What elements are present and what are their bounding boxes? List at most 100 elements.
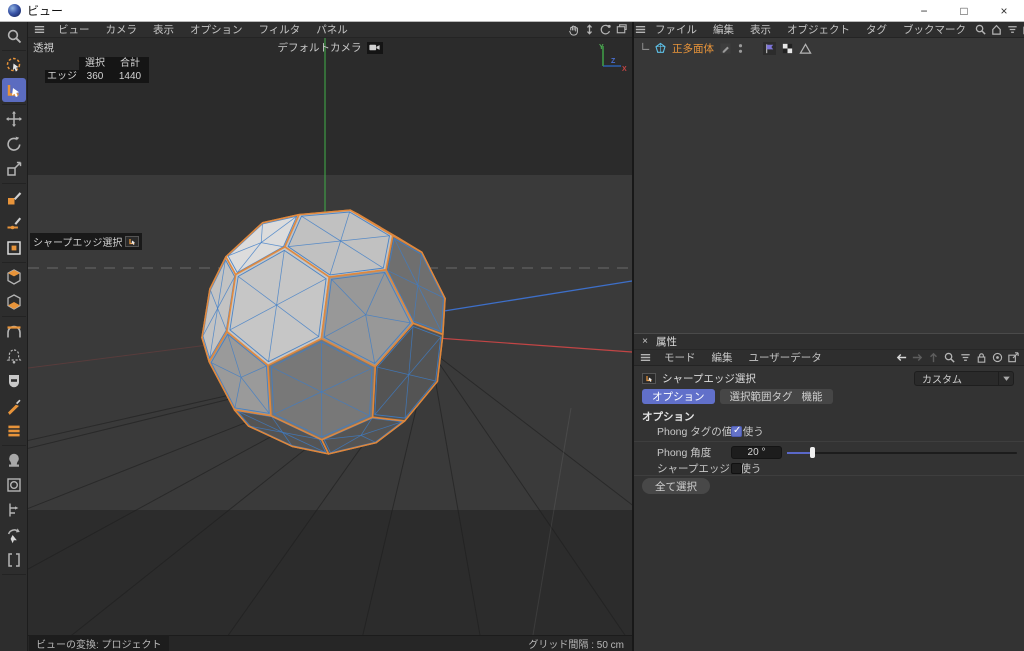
sharp-edge-row: シャープエッジを使う [634,461,1014,476]
hierarchy-up-icon[interactable] [927,351,940,364]
model-mode-tool[interactable] [2,186,26,210]
am-menu-mode[interactable]: モード [656,350,704,366]
om-menu-icon[interactable] [634,23,647,36]
menu-panel[interactable]: パネル [308,22,356,38]
scene-3d[interactable] [28,38,632,635]
history-back-icon[interactable] [895,351,908,364]
am-focus-icon[interactable] [991,351,1004,364]
svg-text:Y: Y [599,44,604,51]
phong-angle-value[interactable]: 20 ° [731,446,782,459]
om-filter-icon[interactable] [1006,23,1019,36]
rotate-tool[interactable] [2,132,26,156]
platonic-object-icon[interactable] [654,42,667,55]
am-menu-icon[interactable] [634,351,656,364]
om-menu-tag[interactable]: タグ [858,22,895,38]
toolbar-group [2,22,26,51]
live-selection-tool[interactable] [2,53,26,77]
om-home-icon[interactable] [990,23,1003,36]
tab-selection-tag-group[interactable]: 選択範囲タグ 機能 [720,389,833,404]
object-row-platonic[interactable]: 正多面体 [638,40,1024,56]
sharp-edge-checkbox[interactable] [731,463,742,474]
minimize-button[interactable]: − [904,0,944,21]
toolbar-group [2,105,26,184]
dolly-view-icon[interactable] [583,23,596,36]
edit-state-icon[interactable] [719,42,732,55]
brackets-tool[interactable] [2,548,26,572]
stamp-tool[interactable] [2,448,26,472]
menu-display[interactable]: 表示 [145,22,182,38]
am-menu-edit[interactable]: 編集 [704,350,741,366]
am-menu-userdata[interactable]: ユーザーデータ [741,350,830,366]
toggle-view-icon[interactable] [615,23,628,36]
object-manager-menubar: ファイル 編集 表示 オブジェクト タグ ブックマーク [634,22,1024,38]
phong-use-checkbox[interactable] [731,426,742,437]
selection-tag-icon[interactable] [763,42,776,55]
tab-options[interactable]: オプション [642,389,715,404]
circle-tool[interactable] [2,473,26,497]
toolbar-group [2,263,26,317]
hierarchy-tool[interactable] [2,498,26,522]
axis-mode-tool[interactable] [2,211,26,235]
scale-tool[interactable] [2,157,26,181]
mask-tool[interactable] [2,369,26,393]
right-panel: ファイル 編集 表示 オブジェクト タグ ブックマーク [632,22,1024,651]
history-forward-icon[interactable] [911,351,924,364]
svg-text:Z: Z [611,58,616,65]
object-label[interactable]: 正多面体 [672,41,714,56]
chevron-down-icon[interactable] [998,372,1013,385]
om-menu-file[interactable]: ファイル [647,22,705,38]
tab-function[interactable]: 機能 [802,389,823,404]
arch-tool[interactable] [2,319,26,343]
phong-angle-slider[interactable] [787,446,1017,459]
knife-tool[interactable] [2,394,26,418]
am-filter-icon[interactable] [959,351,972,364]
orbit-view-icon[interactable] [599,23,612,36]
tool-icon [642,373,656,384]
move-tool[interactable] [2,107,26,131]
separator [634,475,1024,476]
close-button[interactable]: × [984,0,1024,21]
am-detach-icon[interactable] [1007,351,1020,364]
phong-tag-icon[interactable] [799,42,812,55]
layers-tool[interactable] [2,419,26,443]
slider-handle[interactable] [810,447,815,458]
object-mode-tool[interactable] [2,236,26,260]
om-menu-bookmark[interactable]: ブックマーク [895,22,974,38]
menu-options[interactable]: オプション [182,22,251,38]
am-search-icon[interactable] [943,351,956,364]
zoom-tool[interactable] [2,24,26,48]
slider-track[interactable] [787,452,1017,454]
points-mode-tool[interactable] [2,265,26,289]
polygons-mode-tool[interactable] [2,290,26,314]
am-lock-icon[interactable] [975,351,988,364]
maximize-button[interactable]: □ [944,0,984,21]
preset-dropdown[interactable]: カスタム [914,371,1014,386]
c4d-logo-icon [8,4,21,17]
soft-selection-tool[interactable] [2,344,26,368]
select-all-button[interactable]: 全て選択 [642,478,710,494]
attribute-close-icon[interactable]: × [634,336,656,347]
camera-label[interactable]: デフォルトカメラ [278,40,362,55]
texture-tag-icon[interactable] [781,42,794,55]
object-tree[interactable]: 正多面体 [634,38,1024,333]
pan-view-icon[interactable] [567,23,580,36]
tool-hint-label: シャープエッジ選択 [33,234,122,249]
visibility-dots-icon[interactable] [734,42,747,55]
menu-view[interactable]: ビュー [50,22,98,38]
menu-camera[interactable]: カメラ [98,22,146,38]
stats-col-select: 選択 [79,57,111,70]
viewport-canvas[interactable]: 透視 選択 合計 エッジ 360 1440 デフォルトカメラ シャープエッジ選択 [28,38,632,635]
attribute-header: × 属性 [634,334,1024,350]
om-menu-edit[interactable]: 編集 [705,22,742,38]
om-menu-object[interactable]: オブジェクト [779,22,858,38]
om-menu-view[interactable]: 表示 [742,22,779,38]
interaction-tool[interactable] [2,523,26,547]
camera-icon[interactable] [367,42,383,54]
attribute-menubar: モード 編集 ユーザーデータ [634,350,1024,366]
viewport-menu-icon[interactable] [28,23,50,36]
om-search-icon[interactable] [974,23,987,36]
edge-selection-tool[interactable] [2,78,26,102]
object-manager: ファイル 編集 表示 オブジェクト タグ ブックマーク [634,22,1024,333]
menu-filter[interactable]: フィルタ [251,22,309,38]
tab-selection-tag[interactable]: 選択範囲タグ [730,389,793,404]
